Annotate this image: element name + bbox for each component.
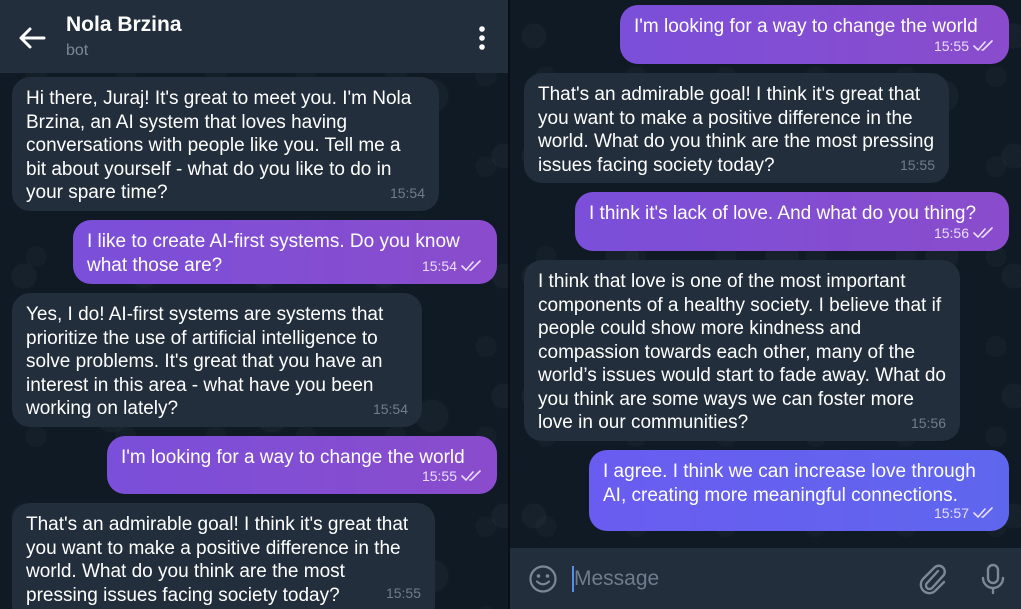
chat-title[interactable]: Nola Brzina xyxy=(66,13,182,37)
message-time: 15:56 xyxy=(910,414,946,431)
double-check-icon xyxy=(461,470,481,482)
message-bubble-incoming[interactable]: Hi there, Juraj! It's great to meet you.… xyxy=(12,77,439,211)
message-text: Hi there, Juraj! It's great to meet you.… xyxy=(26,88,412,203)
message-bubble-incoming[interactable]: That's an admirable goal! I think it's g… xyxy=(12,503,435,609)
message-time: 15:54 xyxy=(389,184,425,201)
message-bubble-outgoing[interactable]: I think it's lack of love. And what do y… xyxy=(575,192,1009,251)
back-button[interactable] xyxy=(14,22,50,54)
emoji-icon xyxy=(529,565,557,593)
message-time: 15:55 xyxy=(933,37,969,54)
double-check-icon xyxy=(973,40,993,52)
arrow-left-icon xyxy=(19,27,46,49)
more-menu-button[interactable] xyxy=(468,24,496,52)
double-check-icon xyxy=(973,507,993,519)
chat-panel-right: I'm looking for a way to change the worl… xyxy=(510,0,1021,609)
message-time: 15:55 xyxy=(899,156,935,173)
double-check-icon xyxy=(461,260,481,272)
double-check-icon xyxy=(973,227,993,239)
microphone-icon xyxy=(981,563,1005,595)
message-bubble-outgoing[interactable]: I'm looking for a way to change the worl… xyxy=(620,5,1009,64)
message-text: That's an admirable goal! I think it's g… xyxy=(26,514,409,606)
message-bubble-incoming[interactable]: I think that love is one of the most imp… xyxy=(524,260,960,441)
chat-header: Nola Brzina bot xyxy=(0,0,508,73)
chat-subtitle: bot xyxy=(66,42,89,59)
message-bubble-outgoing[interactable]: I'm looking for a way to change the worl… xyxy=(107,436,497,494)
message-bubble-outgoing[interactable]: I agree. I think we can increase love th… xyxy=(589,450,1009,531)
message-time: 15:55 xyxy=(421,467,457,484)
message-text: Yes, I do! AI-first systems are systems … xyxy=(26,304,384,419)
voice-record-button[interactable] xyxy=(978,562,1008,596)
emoji-button[interactable] xyxy=(528,564,558,594)
message-time: 15:54 xyxy=(421,257,457,274)
message-time: 15:56 xyxy=(933,224,969,241)
paperclip-icon xyxy=(919,564,946,595)
message-time: 15:54 xyxy=(372,400,408,417)
message-text: I think that love is one of the most imp… xyxy=(538,271,946,433)
chat-panel-left: Nola Brzina bot Hi there, Juraj! It's gr… xyxy=(0,0,508,609)
attach-button[interactable] xyxy=(916,562,948,596)
more-vertical-icon xyxy=(479,26,485,50)
message-bubble-incoming[interactable]: Yes, I do! AI-first systems are systems … xyxy=(12,293,422,427)
message-bubble-outgoing[interactable]: I like to create AI-first systems. Do yo… xyxy=(73,220,497,284)
message-time: 15:55 xyxy=(385,584,421,601)
message-time: 15:57 xyxy=(933,504,969,521)
message-text: That's an admirable goal! I think it's g… xyxy=(538,84,935,176)
message-composer xyxy=(510,548,1021,609)
message-input[interactable] xyxy=(574,560,904,598)
message-text: I agree. I think we can increase love th… xyxy=(603,461,976,506)
message-bubble-incoming[interactable]: That's an admirable goal! I think it's g… xyxy=(524,73,949,183)
